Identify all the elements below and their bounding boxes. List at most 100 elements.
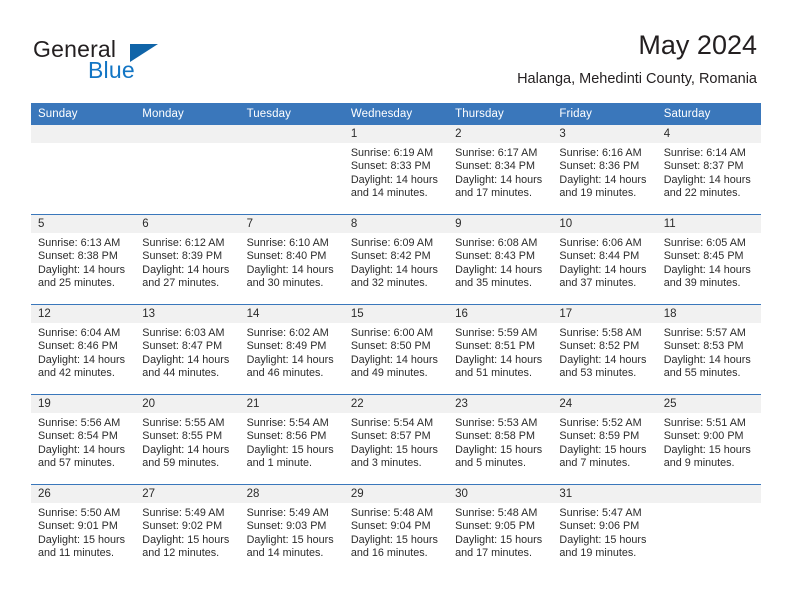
day-cell[interactable]: 6 Sunrise: 6:12 AM Sunset: 8:39 PM Dayli…: [135, 214, 240, 305]
weekday-header-monday: Monday: [135, 103, 240, 125]
day-cell[interactable]: [31, 125, 136, 215]
daylight-text-line2: and 7 minutes.: [559, 457, 631, 470]
day-cell[interactable]: 17 Sunrise: 5:58 AM Sunset: 8:52 PM Dayl…: [552, 304, 657, 395]
day-cell[interactable]: 15 Sunrise: 6:00 AM Sunset: 8:50 PM Dayl…: [343, 304, 449, 395]
weekday-header-saturday: Saturday: [656, 103, 761, 125]
daylight-text-line2: and 30 minutes.: [246, 277, 324, 290]
sunrise-text: Sunrise: 5:51 AM: [663, 417, 746, 429]
day-cell[interactable]: 21 Sunrise: 5:54 AM Sunset: 8:56 PM Dayl…: [239, 394, 344, 485]
day-cell[interactable]: 8 Sunrise: 6:09 AM Sunset: 8:42 PM Dayli…: [343, 214, 449, 305]
sunrise-text: Sunrise: 6:19 AM: [350, 147, 434, 159]
day-number: 5: [31, 215, 136, 233]
sunset-text: Sunset: 8:38 PM: [38, 250, 118, 263]
sunset-text: Sunset: 8:36 PM: [559, 160, 640, 173]
sunrise-text: Sunrise: 6:03 AM: [142, 327, 225, 339]
daylight-text-line1: Daylight: 15 hours: [559, 443, 647, 456]
sunset-text: Sunset: 8:47 PM: [142, 340, 223, 353]
day-cell[interactable]: 29 Sunrise: 5:48 AM Sunset: 9:04 PM Dayl…: [343, 484, 449, 574]
day-cell[interactable]: 22 Sunrise: 5:54 AM Sunset: 8:57 PM Dayl…: [343, 394, 449, 485]
day-details: Sunrise: 6:16 AM Sunset: 8:36 PM Dayligh…: [552, 143, 656, 201]
day-cell[interactable]: 7 Sunrise: 6:10 AM Sunset: 8:40 PM Dayli…: [239, 214, 344, 305]
day-number: 6: [135, 215, 240, 233]
day-details: Sunrise: 6:05 AM Sunset: 8:45 PM Dayligh…: [657, 233, 761, 291]
day-details: Sunrise: 6:17 AM Sunset: 8:34 PM Dayligh…: [448, 143, 552, 201]
daylight-text-line1: Daylight: 15 hours: [142, 533, 230, 546]
day-cell[interactable]: 30 Sunrise: 5:48 AM Sunset: 9:05 PM Dayl…: [448, 484, 553, 574]
daylight-text-line2: and 14 minutes.: [350, 187, 428, 200]
day-cell[interactable]: [239, 125, 344, 215]
day-cell[interactable]: 10 Sunrise: 6:06 AM Sunset: 8:44 PM Dayl…: [552, 214, 657, 305]
sunset-text: Sunset: 9:03 PM: [246, 520, 327, 533]
sunset-text: Sunset: 8:59 PM: [559, 430, 640, 443]
day-cell[interactable]: 2 Sunrise: 6:17 AM Sunset: 8:34 PM Dayli…: [448, 125, 553, 215]
day-number: 19: [31, 395, 136, 413]
daylight-text-line1: Daylight: 14 hours: [663, 263, 751, 276]
daylight-text-line2: and 35 minutes.: [455, 277, 532, 290]
sunset-text: Sunset: 8:52 PM: [559, 340, 640, 353]
sunrise-text: Sunrise: 6:04 AM: [38, 327, 121, 339]
sunrise-text: Sunrise: 5:49 AM: [246, 507, 329, 519]
sunset-text: Sunset: 9:02 PM: [142, 520, 223, 533]
daylight-text-line2: and 51 minutes.: [455, 367, 532, 380]
day-details: Sunrise: 5:49 AM Sunset: 9:02 PM Dayligh…: [135, 503, 239, 561]
day-cell[interactable]: 9 Sunrise: 6:08 AM Sunset: 8:43 PM Dayli…: [448, 214, 553, 305]
sunrise-text: Sunrise: 5:53 AM: [455, 417, 538, 429]
day-cell[interactable]: 11 Sunrise: 6:05 AM Sunset: 8:45 PM Dayl…: [656, 214, 761, 305]
sunrise-text: Sunrise: 5:56 AM: [38, 417, 121, 429]
day-details: Sunrise: 5:56 AM Sunset: 8:54 PM Dayligh…: [31, 413, 135, 471]
day-number: 4: [656, 125, 761, 143]
day-cell[interactable]: 20 Sunrise: 5:55 AM Sunset: 8:55 PM Dayl…: [135, 394, 240, 485]
day-details: Sunrise: 5:59 AM Sunset: 8:51 PM Dayligh…: [448, 323, 552, 381]
day-number: 15: [343, 305, 449, 323]
day-number: 24: [552, 395, 657, 413]
day-cell[interactable]: 4 Sunrise: 6:14 AM Sunset: 8:37 PM Dayli…: [656, 125, 761, 215]
day-cell[interactable]: 12 Sunrise: 6:04 AM Sunset: 8:46 PM Dayl…: [31, 304, 136, 395]
daylight-text-line2: and 19 minutes.: [559, 187, 637, 200]
day-cell[interactable]: 26 Sunrise: 5:50 AM Sunset: 9:01 PM Dayl…: [31, 484, 136, 574]
daylight-text-line1: Daylight: 15 hours: [246, 533, 334, 546]
sunset-text: Sunset: 8:39 PM: [142, 250, 223, 263]
day-cell[interactable]: 28 Sunrise: 5:49 AM Sunset: 9:03 PM Dayl…: [239, 484, 344, 574]
day-details: Sunrise: 6:12 AM Sunset: 8:39 PM Dayligh…: [135, 233, 239, 291]
day-number: 1: [343, 125, 449, 143]
day-cell[interactable]: 31 Sunrise: 5:47 AM Sunset: 9:06 PM Dayl…: [552, 484, 657, 574]
sunrise-text: Sunrise: 6:05 AM: [663, 237, 746, 249]
day-cell[interactable]: 19 Sunrise: 5:56 AM Sunset: 8:54 PM Dayl…: [31, 394, 136, 485]
day-cell[interactable]: 5 Sunrise: 6:13 AM Sunset: 8:38 PM Dayli…: [31, 214, 136, 305]
daylight-text-line1: Daylight: 15 hours: [38, 533, 126, 546]
day-cell[interactable]: 18 Sunrise: 5:57 AM Sunset: 8:53 PM Dayl…: [656, 304, 761, 395]
day-details: Sunrise: 5:51 AM Sunset: 9:00 PM Dayligh…: [657, 413, 761, 471]
sunset-text: Sunset: 8:50 PM: [350, 340, 431, 353]
day-number: 30: [448, 485, 553, 503]
day-number: [135, 125, 240, 143]
day-cell[interactable]: 16 Sunrise: 5:59 AM Sunset: 8:51 PM Dayl…: [448, 304, 553, 395]
day-number: 23: [448, 395, 553, 413]
day-cell[interactable]: 23 Sunrise: 5:53 AM Sunset: 8:58 PM Dayl…: [448, 394, 553, 485]
day-cell[interactable]: 24 Sunrise: 5:52 AM Sunset: 8:59 PM Dayl…: [552, 394, 657, 485]
day-number: 11: [656, 215, 761, 233]
sunrise-text: Sunrise: 6:14 AM: [663, 147, 746, 159]
sunrise-text: Sunrise: 5:50 AM: [38, 507, 121, 519]
day-number: 28: [239, 485, 344, 503]
day-details: Sunrise: 5:53 AM Sunset: 8:58 PM Dayligh…: [448, 413, 552, 471]
daylight-text-line2: and 25 minutes.: [38, 277, 115, 290]
day-cell[interactable]: [135, 125, 240, 215]
calendar-week-row: 26 Sunrise: 5:50 AM Sunset: 9:01 PM Dayl…: [31, 484, 761, 574]
day-cell[interactable]: 27 Sunrise: 5:49 AM Sunset: 9:02 PM Dayl…: [135, 484, 240, 574]
daylight-text-line1: Daylight: 14 hours: [350, 173, 438, 186]
day-cell[interactable]: 13 Sunrise: 6:03 AM Sunset: 8:47 PM Dayl…: [135, 304, 240, 395]
sunrise-text: Sunrise: 6:09 AM: [350, 237, 434, 249]
day-cell[interactable]: [656, 484, 761, 574]
day-cell[interactable]: 14 Sunrise: 6:02 AM Sunset: 8:49 PM Dayl…: [239, 304, 344, 395]
day-details: Sunrise: 5:57 AM Sunset: 8:53 PM Dayligh…: [657, 323, 761, 381]
sunrise-text: Sunrise: 6:16 AM: [559, 147, 642, 159]
sunset-text: Sunset: 9:05 PM: [455, 520, 535, 533]
day-cell[interactable]: 25 Sunrise: 5:51 AM Sunset: 9:00 PM Dayl…: [656, 394, 761, 485]
day-cell[interactable]: 3 Sunrise: 6:16 AM Sunset: 8:36 PM Dayli…: [552, 125, 657, 215]
daylight-text-line1: Daylight: 14 hours: [559, 173, 647, 186]
day-details: Sunrise: 5:54 AM Sunset: 8:56 PM Dayligh…: [240, 413, 344, 471]
daylight-text-line1: Daylight: 15 hours: [455, 533, 543, 546]
sunset-text: Sunset: 9:01 PM: [38, 520, 118, 533]
day-cell[interactable]: 1 Sunrise: 6:19 AM Sunset: 8:33 PM Dayli…: [343, 125, 449, 215]
sunset-text: Sunset: 8:55 PM: [142, 430, 223, 443]
